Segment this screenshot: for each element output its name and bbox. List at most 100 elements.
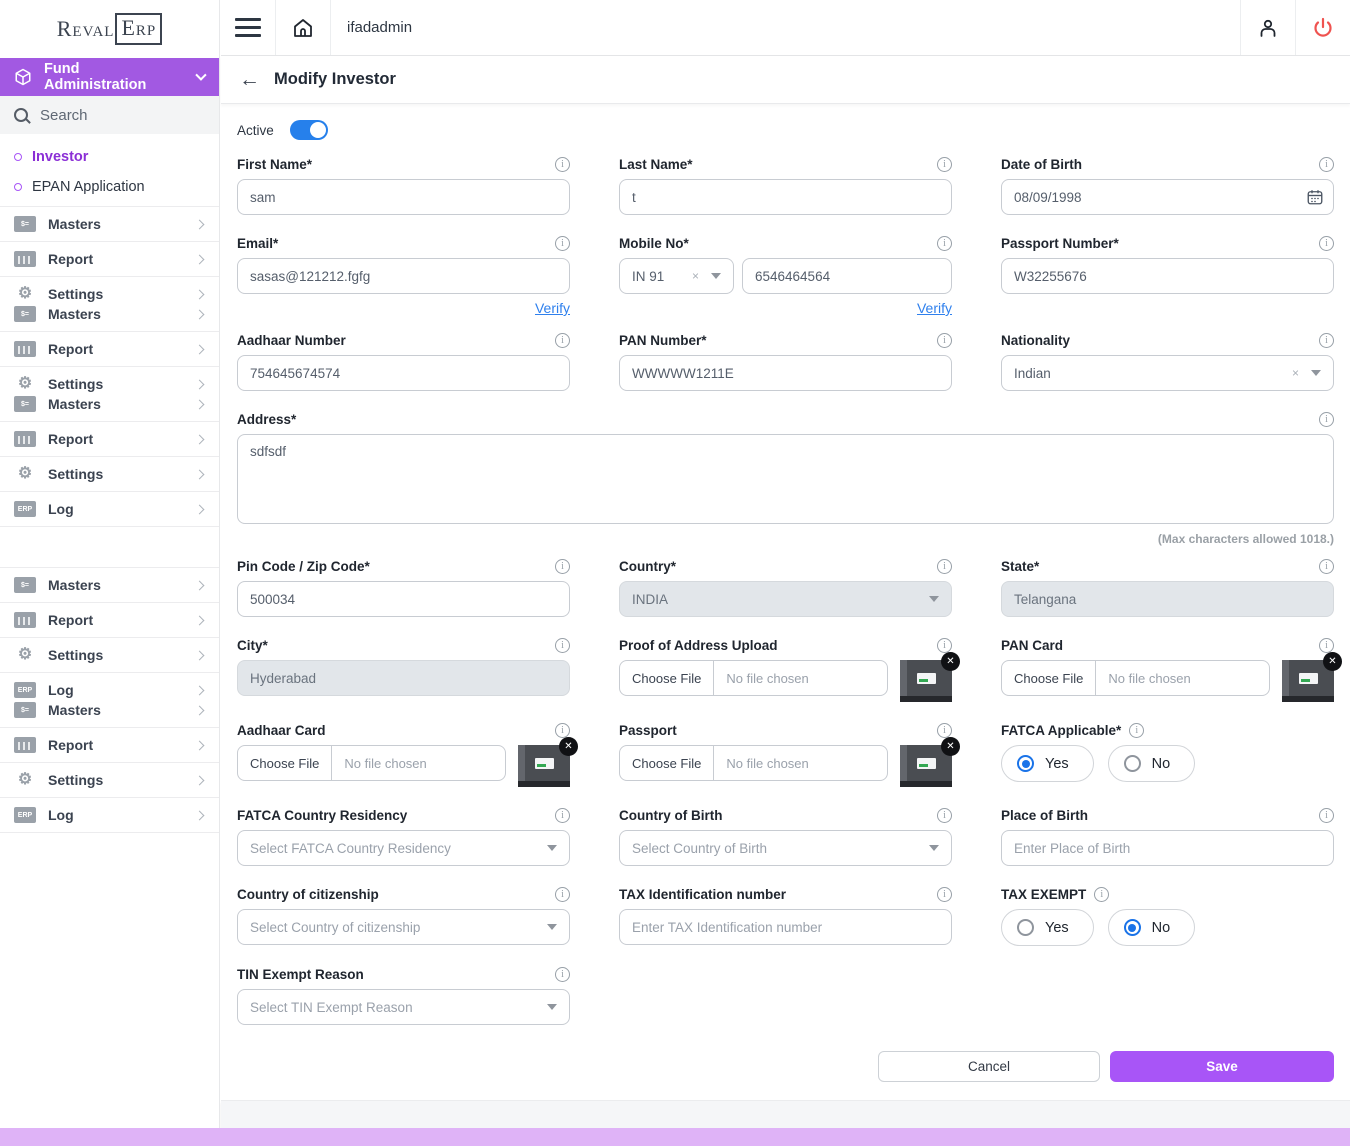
info-icon[interactable]: i [1319,157,1334,172]
info-icon[interactable]: i [937,887,952,902]
info-icon[interactable]: i [937,559,952,574]
place-of-birth-input[interactable] [1001,830,1334,866]
mobile-input[interactable] [742,258,952,294]
nationality-select[interactable]: Indian × [1001,355,1334,391]
sidebar-item-settings[interactable]: ⚙Settings [14,376,205,392]
sidebar-item-settings[interactable]: ⚙Settings [14,647,205,663]
pin-code-input[interactable] [237,581,570,617]
address-textarea[interactable]: sdfsdf [237,434,1334,524]
proof-of-address-file-input[interactable]: Choose File No file chosen [619,660,888,696]
info-icon[interactable]: i [555,887,570,902]
fatca-country-residency-select[interactable]: Select FATCA Country Residency [237,830,570,866]
passport-file-input[interactable]: Choose File No file chosen [619,745,888,781]
fatca-no-radio[interactable]: No [1108,745,1196,782]
info-icon[interactable]: i [555,967,570,982]
active-toggle[interactable] [290,120,328,140]
cancel-button[interactable]: Cancel [878,1051,1100,1082]
brand-logo[interactable]: RevalErp [0,0,219,58]
info-icon[interactable]: i [1319,559,1334,574]
country-of-citizenship-select[interactable]: Select Country of citizenship [237,909,570,945]
info-icon[interactable]: i [555,236,570,251]
info-icon[interactable]: i [1094,887,1109,902]
info-icon[interactable]: i [555,157,570,172]
info-icon[interactable]: i [937,333,952,348]
info-icon[interactable]: i [1319,236,1334,251]
tax-exempt-no-radio[interactable]: No [1108,909,1196,946]
info-icon[interactable]: i [555,723,570,738]
sidebar-item-settings[interactable]: ⚙Settings [14,466,205,482]
choose-file-button[interactable]: Choose File [620,746,714,780]
clear-icon[interactable]: × [692,269,699,283]
sidebar-item-investor[interactable]: Investor [0,142,219,172]
pan-card-file-input[interactable]: Choose File No file chosen [1001,660,1270,696]
verify-email-link[interactable]: Verify [535,300,570,318]
aadhaar-card-file-input[interactable]: Choose File No file chosen [237,745,506,781]
info-icon[interactable]: i [555,808,570,823]
passport-number-input[interactable] [1001,258,1334,294]
logout-button[interactable] [1295,0,1350,55]
info-icon[interactable]: i [1319,638,1334,653]
info-icon[interactable]: i [1319,333,1334,348]
sidebar-item-report[interactable]: Report [14,251,205,267]
sidebar-item-log[interactable]: ERPLog [14,501,205,517]
info-icon[interactable]: i [555,333,570,348]
sidebar-item-report[interactable]: Report [14,341,205,357]
save-button[interactable]: Save [1110,1051,1334,1082]
date-of-birth-input[interactable] [1001,179,1334,215]
country-of-birth-select[interactable]: Select Country of Birth [619,830,952,866]
country-code-select[interactable]: IN 91 × [619,258,734,294]
info-icon[interactable]: i [937,236,952,251]
pan-card-preview-thumbnail[interactable]: ✕ [1282,660,1334,702]
info-icon[interactable]: i [555,638,570,653]
profile-button[interactable] [1240,0,1295,55]
last-name-input[interactable] [619,179,952,215]
info-icon[interactable]: i [937,157,952,172]
sidebar-item-settings[interactable]: ⚙Settings [14,286,205,302]
clear-icon[interactable]: × [1292,366,1299,380]
remove-file-icon[interactable]: ✕ [1323,652,1342,671]
info-icon[interactable]: i [555,559,570,574]
choose-file-button[interactable]: Choose File [1002,661,1096,695]
search-input[interactable] [40,107,180,124]
verify-mobile-link[interactable]: Verify [917,300,952,318]
back-button[interactable]: ← [239,69,260,90]
remove-file-icon[interactable]: ✕ [941,652,960,671]
tax-identification-input[interactable] [619,909,952,945]
sidebar-item-masters[interactable]: $=Masters [14,306,205,322]
info-icon[interactable]: i [937,723,952,738]
sidebar-item-masters[interactable]: $=Masters [14,216,205,232]
menu-toggle-button[interactable] [221,0,276,55]
aadhaar-card-preview-thumbnail[interactable]: ✕ [518,745,570,787]
passport-preview-thumbnail[interactable]: ✕ [900,745,952,787]
sidebar-item-report[interactable]: Report [14,612,205,628]
remove-file-icon[interactable]: ✕ [941,737,960,756]
sidebar-item-masters[interactable]: $=Masters [14,702,205,718]
sidebar-item-masters[interactable]: $=Masters [14,577,205,593]
first-name-input[interactable] [237,179,570,215]
module-selector[interactable]: Fund Administration [0,58,219,96]
tax-exempt-yes-radio[interactable]: Yes [1001,909,1094,946]
email-input[interactable] [237,258,570,294]
sidebar-item-log[interactable]: ERPLog [14,682,205,698]
info-icon[interactable]: i [937,808,952,823]
tin-exempt-reason-select[interactable]: Select TIN Exempt Reason [237,989,570,1025]
calendar-icon[interactable] [1306,188,1324,206]
info-icon[interactable]: i [1319,808,1334,823]
sidebar-item-report[interactable]: Report [14,737,205,753]
choose-file-button[interactable]: Choose File [620,661,714,695]
sidebar-item-masters[interactable]: $=Masters [14,396,205,412]
choose-file-button[interactable]: Choose File [238,746,332,780]
sidebar-item-report[interactable]: Report [14,431,205,447]
info-icon[interactable]: i [937,638,952,653]
sidebar-item-log[interactable]: ERPLog [14,807,205,823]
aadhaar-number-input[interactable] [237,355,570,391]
home-button[interactable] [276,0,331,55]
remove-file-icon[interactable]: ✕ [559,737,578,756]
sidebar-item-epan-application[interactable]: EPAN Application [0,172,219,202]
fatca-yes-radio[interactable]: Yes [1001,745,1094,782]
pan-number-input[interactable] [619,355,952,391]
info-icon[interactable]: i [1129,723,1144,738]
sidebar-item-settings[interactable]: ⚙Settings [14,772,205,788]
info-icon[interactable]: i [1319,412,1334,427]
proof-of-address-preview-thumbnail[interactable]: ✕ [900,660,952,702]
